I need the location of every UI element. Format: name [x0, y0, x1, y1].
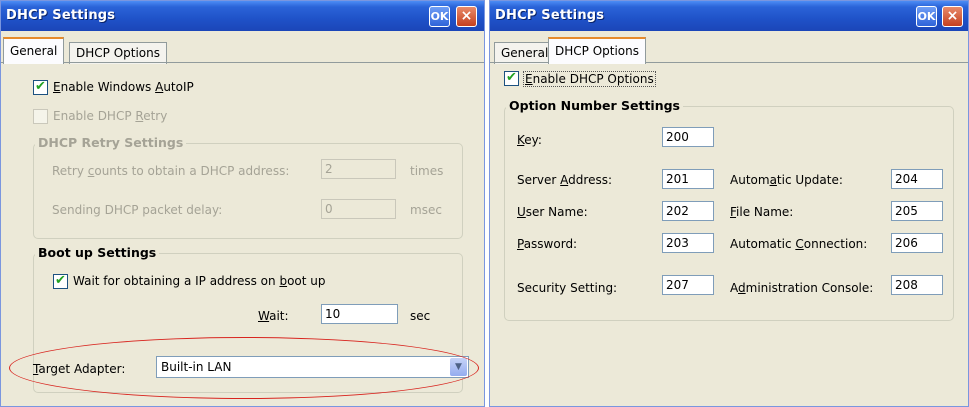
title-bar: DHCP Settings OK ×: [1, 1, 484, 31]
wait-field[interactable]: 10: [321, 304, 398, 324]
file-name-field[interactable]: 205: [891, 201, 943, 221]
checkmark-icon: ✔: [35, 79, 46, 94]
enable-autoip-checkbox[interactable]: ✔: [33, 79, 48, 95]
dhcp-retry-settings-title: DHCP Retry Settings: [35, 135, 187, 150]
tab-dhcp-options[interactable]: DHCP Options: [69, 42, 167, 64]
tab-dhcp-options[interactable]: DHCP Options: [548, 37, 646, 64]
wait-label: Wait:: [258, 309, 289, 323]
enable-dhcp-retry-checkbox[interactable]: [33, 109, 48, 124]
window-title: DHCP Settings: [495, 8, 605, 23]
security-setting-label: Security Setting:: [517, 281, 618, 295]
administration-console-label: Administration Console:: [730, 281, 874, 295]
retry-counts-label: Retry counts to obtain a DHCP address:: [52, 164, 290, 178]
dhcp-settings-window-general: DHCP Settings OK × General DHCP Options …: [0, 0, 485, 407]
tab-strip: General DHCP Options: [490, 31, 968, 65]
enable-dhcp-options-checkbox[interactable]: ✔: [504, 70, 519, 86]
file-name-label: File Name:: [730, 205, 794, 219]
enable-dhcp-options-label[interactable]: Enable DHCP Options: [523, 71, 656, 87]
packet-delay-label: Sending DHCP packet delay:: [52, 203, 223, 217]
option-number-settings-title: Option Number Settings: [506, 98, 684, 113]
tab-general[interactable]: General: [494, 42, 556, 64]
dhcp-settings-window-options: DHCP Settings OK × General DHCP Options …: [489, 0, 969, 407]
boot-up-settings-title: Boot up Settings: [35, 245, 160, 260]
enable-autoip-label[interactable]: Enable Windows AutoIP: [53, 80, 194, 94]
tab-strip: General DHCP Options: [1, 31, 484, 65]
automatic-update-field[interactable]: 204: [891, 169, 943, 189]
automatic-update-label: Automatic Update:: [730, 173, 843, 187]
wait-unit: sec: [410, 309, 431, 323]
key-field[interactable]: 200: [662, 127, 714, 147]
password-label: Password:: [517, 237, 578, 251]
ok-button[interactable]: OK: [429, 6, 450, 27]
close-button[interactable]: ×: [942, 6, 963, 27]
key-label: Key:: [517, 133, 542, 147]
password-field[interactable]: 203: [662, 233, 714, 253]
automatic-connection-label: Automatic Connection:: [730, 237, 868, 251]
user-name-field[interactable]: 202: [662, 201, 714, 221]
server-address-field[interactable]: 201: [662, 169, 714, 189]
enable-dhcp-retry-label[interactable]: Enable DHCP Retry: [53, 109, 167, 123]
retry-counts-unit: times: [410, 164, 444, 178]
wait-ip-checkbox[interactable]: ✔: [53, 273, 68, 289]
close-button[interactable]: ×: [456, 6, 477, 27]
checkmark-icon: ✔: [506, 70, 517, 85]
packet-delay-unit: msec: [410, 203, 442, 217]
title-bar: DHCP Settings OK ×: [490, 1, 968, 31]
user-name-label: User Name:: [517, 205, 588, 219]
administration-console-field[interactable]: 208: [891, 275, 943, 295]
ok-button[interactable]: OK: [916, 6, 937, 27]
packet-delay-field[interactable]: 0: [321, 199, 396, 219]
server-address-label: Server Address:: [517, 173, 613, 187]
retry-counts-field[interactable]: 2: [321, 159, 396, 179]
dhcp-options-tab-panel: ✔ Enable DHCP Options Option Number Sett…: [490, 63, 968, 406]
checkmark-icon: ✔: [55, 273, 66, 288]
wait-ip-label[interactable]: Wait for obtaining a IP address on boot …: [73, 274, 326, 288]
tab-general[interactable]: General: [3, 37, 65, 64]
automatic-connection-field[interactable]: 206: [891, 233, 943, 253]
dhcp-retry-settings-group: [33, 143, 463, 239]
annotation-highlight-ellipse: [9, 337, 479, 399]
window-title: DHCP Settings: [6, 8, 116, 23]
security-setting-field[interactable]: 207: [662, 275, 714, 295]
